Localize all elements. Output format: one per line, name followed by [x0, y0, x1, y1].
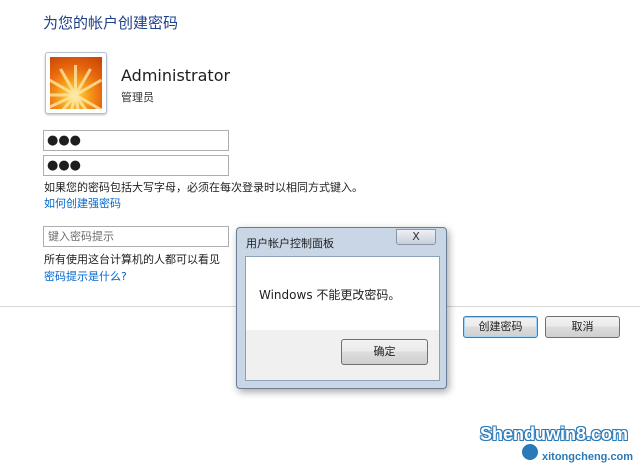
dialog-footer: 确定	[245, 330, 440, 381]
page-heading: 为您的帐户创建密码	[43, 14, 179, 32]
site-watermark: Shenduwin8.com xitongcheng.com	[470, 418, 640, 473]
error-dialog: 用户帐户控制面板 X Windows 不能更改密码。 确定	[236, 227, 447, 389]
flower-picture-icon	[50, 57, 102, 109]
new-password-input[interactable]: ●●●	[43, 130, 229, 151]
dialog-message: Windows 不能更改密码。	[259, 288, 401, 302]
strong-password-link[interactable]: 如何创建强密码	[44, 195, 121, 211]
dialog-close-button[interactable]: X	[396, 229, 436, 245]
create-password-button[interactable]: 创建密码	[463, 316, 538, 338]
hint-notice-text: 所有使用这台计算机的人都可以看见	[44, 253, 220, 266]
case-warning-text: 如果您的密码包括大写字母，必须在每次登录时以相同方式键入。	[44, 181, 363, 194]
confirm-password-input[interactable]: ●●●	[43, 155, 229, 176]
hint-help-link[interactable]: 密码提示是什么?	[44, 268, 127, 284]
watermark-logo-icon	[520, 442, 540, 462]
user-name: Administrator	[121, 66, 231, 85]
watermark-sub-text: xitongcheng.com	[542, 451, 634, 463]
cancel-button[interactable]: 取消	[545, 316, 620, 338]
dialog-body: Windows 不能更改密码。	[245, 256, 440, 331]
dialog-title: 用户帐户控制面板	[246, 237, 334, 250]
watermark-main-text: Shenduwin8.com	[480, 424, 629, 444]
close-icon: X	[412, 230, 420, 243]
user-role: 管理员	[121, 91, 154, 104]
dialog-ok-button[interactable]: 确定	[341, 339, 428, 365]
password-hint-input[interactable]: 键入密码提示	[43, 226, 229, 247]
user-avatar	[45, 52, 107, 114]
